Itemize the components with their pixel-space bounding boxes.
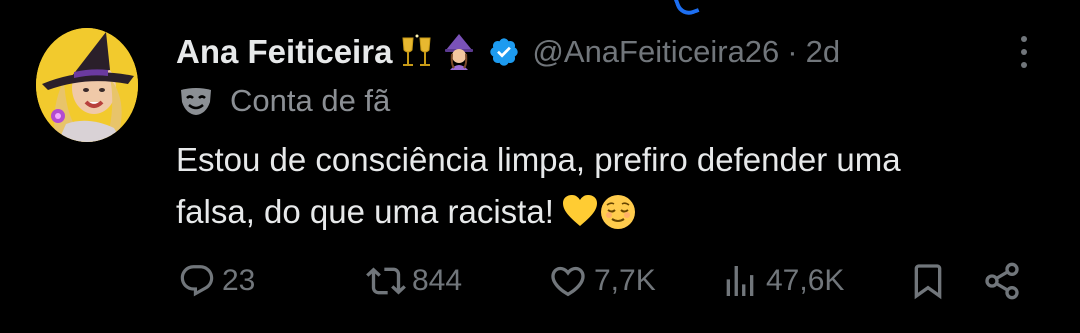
clinking-glasses-icon (400, 34, 434, 70)
reply-button[interactable]: 23 (178, 256, 255, 306)
theater-mask-icon (181, 88, 211, 115)
tweet-header: Ana Feiticeira @AnaFeiticeira26 · 2d (176, 28, 840, 76)
heart-icon (551, 266, 585, 297)
share-icon (985, 262, 1019, 300)
verified-badge-icon (490, 38, 519, 66)
relieved-face-icon (600, 195, 635, 229)
avatar-image (36, 28, 138, 142)
user-handle[interactable]: @AnaFeiticeira26 (532, 34, 779, 70)
tweet-text: Estou de consciência limpa, prefiro defe… (176, 134, 1036, 238)
reply-count: 23 (222, 264, 256, 297)
yellow-heart-icon (562, 195, 597, 226)
bookmark-icon (914, 264, 942, 300)
more-options-icon[interactable] (1014, 34, 1034, 70)
avatar[interactable] (36, 28, 138, 142)
views-count: 47,6K (766, 264, 845, 297)
separator-dot: · (787, 34, 798, 69)
fan-account-text: Conta de fã (230, 83, 391, 118)
bookmark-button[interactable] (908, 256, 948, 306)
tweet-text-line: falsa, do que uma racista! (176, 193, 554, 230)
mage-woman-icon (442, 34, 476, 70)
tweet-card[interactable]: Ana Feiticeira @AnaFeiticeira26 · 2d Con… (0, 0, 1080, 333)
like-count: 7,7K (594, 264, 656, 297)
reply-icon (180, 265, 214, 297)
display-name[interactable]: Ana Feiticeira (176, 33, 392, 71)
tweet-text-line: Estou de consciência limpa, prefiro defe… (176, 141, 901, 178)
tweet-timestamp[interactable]: 2d (806, 34, 840, 70)
repost-icon (366, 267, 406, 295)
views-chart-icon (726, 266, 754, 296)
fan-account-label: Conta de fã (178, 80, 390, 122)
repost-button[interactable]: 844 (366, 256, 462, 306)
repost-count: 844 (412, 264, 463, 297)
share-button[interactable] (982, 256, 1022, 306)
tweet-actions: 23 844 7,7K 47,6K (0, 256, 1080, 306)
views-button[interactable]: 47,6K (720, 256, 844, 306)
like-button[interactable]: 7,7K (548, 256, 656, 306)
